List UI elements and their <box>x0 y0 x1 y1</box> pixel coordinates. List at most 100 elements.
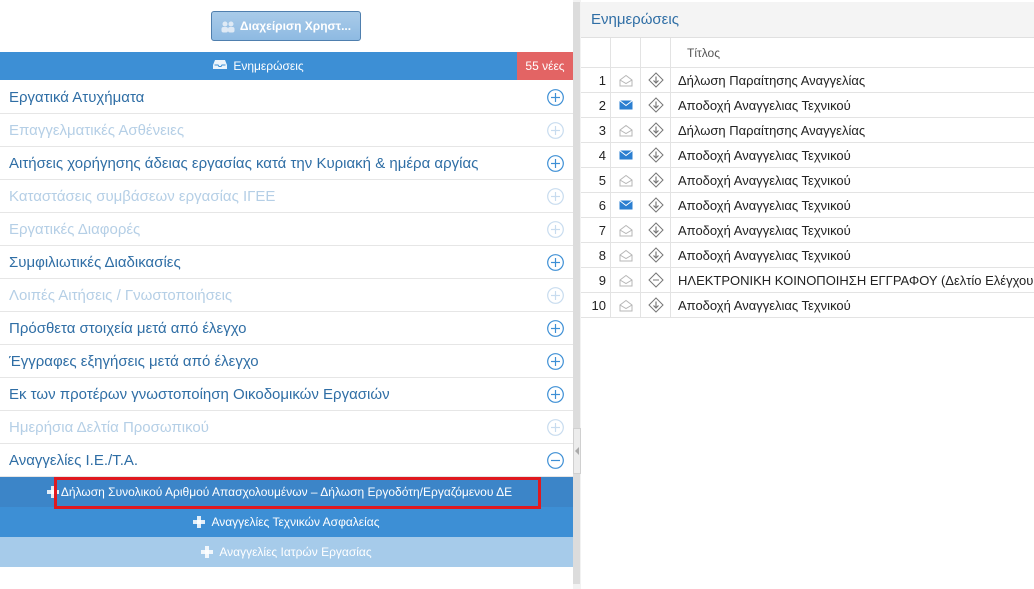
row-number: 1 <box>581 68 611 92</box>
category-item: Εργατικές Διαφορές <box>0 213 573 246</box>
category-item[interactable]: Αιτήσεις χορήγησης άδειας εργασίας κατά … <box>0 147 573 180</box>
table-row[interactable]: 2 Αποδοχή Αναγγελιας Τεχνικού <box>581 93 1034 118</box>
panel-splitter[interactable] <box>573 0 581 589</box>
row-title[interactable]: Αποδοχή Αναγγελιας Τεχνικού <box>671 93 1034 117</box>
updates-label: Ενημερώσεις <box>233 59 304 73</box>
envelope-icon <box>611 143 641 167</box>
row-title[interactable]: ΗΛΕΚΤΡΟΝΙΚΗ ΚΟΙΝΟΠΟΙΗΣΗ ΕΓΓΡΑΦΟΥ (Δελτίο… <box>671 268 1034 292</box>
row-title[interactable]: Αποδοχή Αναγγελιας Τεχνικού <box>671 218 1034 242</box>
new-count-badge[interactable]: 55 νέες <box>517 52 573 80</box>
category-item: Λοιπές Αιτήσεις / Γνωστοποιήσεις <box>0 279 573 312</box>
envelope-icon <box>611 68 641 92</box>
envelope-icon <box>611 168 641 192</box>
header-num <box>581 38 611 67</box>
circle-plus-icon <box>547 187 564 205</box>
category-item: Ημερήσια Δελτία Προσωπικού <box>0 411 573 444</box>
row-number: 9 <box>581 268 611 292</box>
category-label: Αιτήσεις χορήγησης άδειας εργασίας κατά … <box>9 154 479 172</box>
table-row[interactable]: 8 Αποδοχή Αναγγελιας Τεχνικού <box>581 243 1034 268</box>
envelope-icon <box>611 293 641 317</box>
right-panel: Ενημερώσεις Τίτλος 1 Δήλωση Παραίτησης Αν… <box>581 0 1034 589</box>
envelope-icon <box>611 268 641 292</box>
category-label: Ημερήσια Δελτία Προσωπικού <box>9 418 209 436</box>
table-row[interactable]: 3 Δήλωση Παραίτησης Αναγγελίας <box>581 118 1034 143</box>
envelope-icon <box>611 193 641 217</box>
row-title[interactable]: Αποδοχή Αναγγελιας Τεχνικού <box>671 143 1034 167</box>
category-list: Εργατικά Ατυχήματα Επαγγελματικές Ασθένει… <box>0 81 573 477</box>
category-item[interactable]: Εκ των προτέρων γνωστοποίηση Οικοδομικών… <box>0 378 573 411</box>
category-item[interactable]: Αναγγελίες Ι.Ε./Τ.Α. <box>0 444 573 477</box>
plus-icon <box>193 516 206 528</box>
subitem-label: Δήλωση Συνολικού Αριθμού Απασχολουμένων … <box>60 485 513 499</box>
category-item: Επαγγελματικές Ασθένειες <box>0 114 573 147</box>
envelope-icon <box>611 93 641 117</box>
download-icon[interactable] <box>641 243 671 267</box>
category-item[interactable]: Έγγραφες εξηγήσεις μετά από έλεγχο <box>0 345 573 378</box>
category-item[interactable]: Συμφιλιωτικές Διαδικασίες <box>0 246 573 279</box>
download-icon[interactable] <box>641 193 671 217</box>
row-title[interactable]: Αποδοχή Αναγγελιας Τεχνικού <box>671 293 1034 317</box>
left-panel: Διαχείριση Χρηστ... Ενημερώσεις 55 νέες … <box>0 0 573 589</box>
download-icon[interactable] <box>641 68 671 92</box>
row-number: 2 <box>581 93 611 117</box>
subitem-occupational-doctors: Αναγγελίες Ιατρών Εργασίας <box>0 537 573 567</box>
download-icon[interactable] <box>641 118 671 142</box>
circle-plus-icon[interactable] <box>547 154 564 172</box>
subitem-total-employees-declaration[interactable]: Δήλωση Συνολικού Αριθμού Απασχολουμένων … <box>0 477 573 507</box>
user-management-button[interactable]: Διαχείριση Χρηστ... <box>211 11 361 41</box>
table-row[interactable]: 10 Αποδοχή Αναγγελιας Τεχνικού <box>581 293 1034 318</box>
table-body: 1 Δήλωση Παραίτησης Αναγγελίας 2 Αποδοχή Αν… <box>581 68 1034 318</box>
row-title[interactable]: Αποδοχή Αναγγελιας Τεχνικού <box>671 243 1034 267</box>
category-label: Επαγγελματικές Ασθένειες <box>9 121 185 139</box>
table-row[interactable]: 9 ΗΛΕΚΤΡΟΝΙΚΗ ΚΟΙΝΟΠΟΙΗΣΗ ΕΓΓΡΑΦΟΥ (Δελτί… <box>581 268 1034 293</box>
row-title[interactable]: Αποδοχή Αναγγελιας Τεχνικού <box>671 193 1034 217</box>
circle-plus-icon <box>547 418 564 436</box>
row-number: 6 <box>581 193 611 217</box>
updates-button[interactable]: Ενημερώσεις <box>0 52 517 80</box>
row-title[interactable]: Δήλωση Παραίτησης Αναγγελίας <box>671 68 1034 92</box>
category-label: Έγγραφες εξηγήσεις μετά από έλεγχο <box>9 352 259 370</box>
plus-icon <box>47 486 59 498</box>
category-label: Καταστάσεις συμβάσεων εργασίας ΙΓΕΕ <box>9 187 276 205</box>
inbox-icon <box>213 59 228 73</box>
circle-minus-icon[interactable] <box>547 451 564 469</box>
row-number: 5 <box>581 168 611 192</box>
table-row[interactable]: 7 Αποδοχή Αναγγελιας Τεχνικού <box>581 218 1034 243</box>
category-label: Εργατικά Ατυχήματα <box>9 88 145 106</box>
table-row[interactable]: 4 Αποδοχή Αναγγελιας Τεχνικού <box>581 143 1034 168</box>
row-number: 3 <box>581 118 611 142</box>
updates-table: Τίτλος 1 Δήλωση Παραίτησης Αναγγελίας 2 Απο… <box>581 38 1034 318</box>
circle-plus-icon[interactable] <box>547 253 564 271</box>
envelope-icon <box>611 243 641 267</box>
table-row[interactable]: 6 Αποδοχή Αναγγελιας Τεχνικού <box>581 193 1034 218</box>
table-row[interactable]: 1 Δήλωση Παραίτησης Αναγγελίας <box>581 68 1034 93</box>
category-item[interactable]: Εργατικά Ατυχήματα <box>0 81 573 114</box>
download-icon[interactable] <box>641 268 671 292</box>
row-title[interactable]: Αποδοχή Αναγγελιας Τεχνικού <box>671 168 1034 192</box>
circle-plus-icon[interactable] <box>547 385 564 403</box>
category-label: Εργατικές Διαφορές <box>9 220 141 238</box>
subitem-safety-technicians[interactable]: Αναγγελίες Τεχνικών Ασφαλείας <box>0 507 573 537</box>
download-icon[interactable] <box>641 218 671 242</box>
row-number: 4 <box>581 143 611 167</box>
download-icon[interactable] <box>641 168 671 192</box>
download-icon[interactable] <box>641 293 671 317</box>
category-item[interactable]: Πρόσθετα στοιχεία μετά από έλεγχο <box>0 312 573 345</box>
circle-plus-icon[interactable] <box>547 319 564 337</box>
envelope-icon <box>611 118 641 142</box>
row-number: 7 <box>581 218 611 242</box>
header-title[interactable]: Τίτλος <box>671 38 1034 67</box>
splitter-bar <box>573 2 580 584</box>
category-label: Πρόσθετα στοιχεία μετά από έλεγχο <box>9 319 247 337</box>
header-download <box>641 38 671 67</box>
collapse-handle[interactable] <box>573 428 581 474</box>
row-title[interactable]: Δήλωση Παραίτησης Αναγγελίας <box>671 118 1034 142</box>
circle-plus-icon[interactable] <box>547 352 564 370</box>
download-icon[interactable] <box>641 143 671 167</box>
subitem-label: Αναγγελίες Τεχνικών Ασφαλείας <box>211 515 380 529</box>
download-icon[interactable] <box>641 93 671 117</box>
circle-plus-icon <box>547 121 564 139</box>
table-row[interactable]: 5 Αποδοχή Αναγγελιας Τεχνικού <box>581 168 1034 193</box>
circle-plus-icon[interactable] <box>547 88 564 106</box>
updates-panel-title: Ενημερώσεις <box>581 2 1034 38</box>
